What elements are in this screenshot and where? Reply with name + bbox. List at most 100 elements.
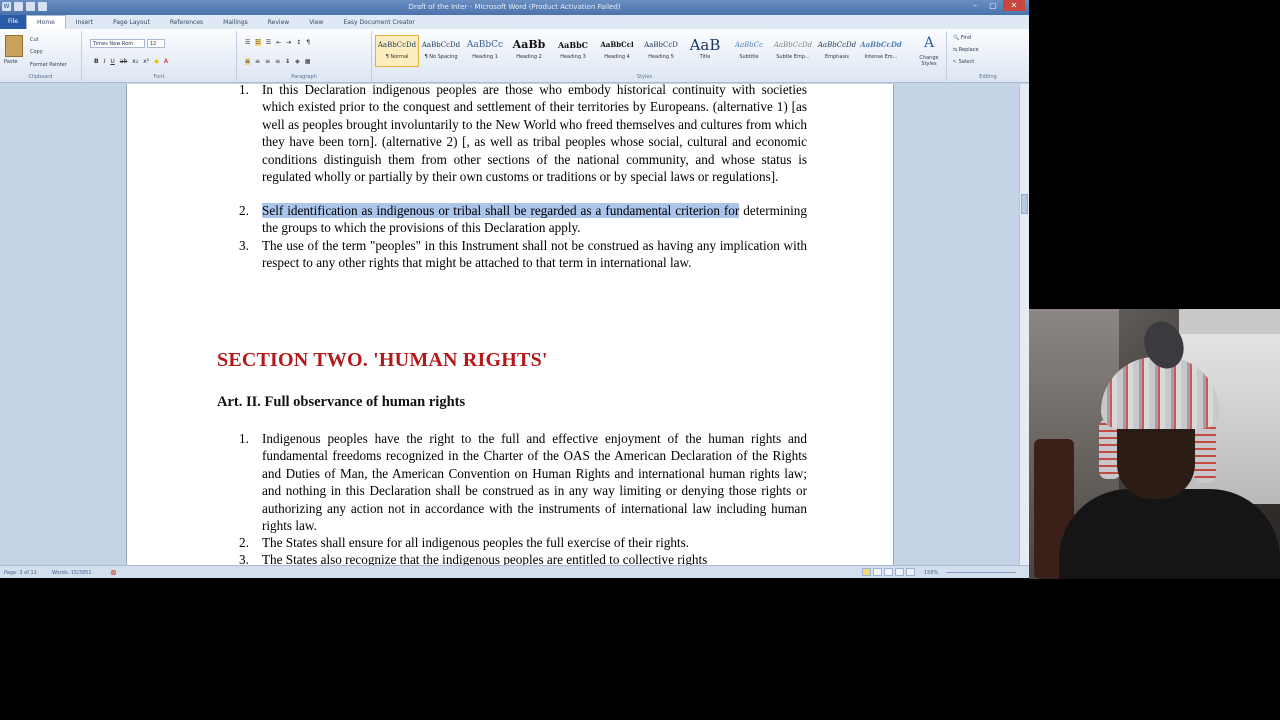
zoom-slider[interactable] [946, 572, 1016, 573]
paste-button[interactable]: Paste [4, 59, 18, 65]
decrease-indent-icon[interactable]: ⇤ [276, 39, 281, 46]
align-left-icon[interactable]: ≡ [245, 58, 251, 65]
change-styles-button[interactable]: Change Styles [916, 55, 942, 67]
paste-icon[interactable] [5, 35, 23, 57]
style-intense-emphasis[interactable]: AaBbCcDd Intense Em... [859, 35, 903, 67]
list-number: 1. [239, 431, 249, 446]
style-name: Title [699, 54, 711, 60]
tab-file[interactable]: File [0, 15, 27, 29]
multilevel-list-icon[interactable]: ☰ [266, 39, 271, 46]
style-title[interactable]: AaB Title [683, 35, 727, 67]
page-count[interactable]: Page: 3 of 11 [4, 570, 37, 576]
style-preview: AaBb [512, 38, 546, 51]
increase-indent-icon[interactable]: ⇥ [286, 39, 291, 46]
scrollbar-thumb[interactable] [1021, 194, 1028, 214]
proofing-icon[interactable]: ⊗ [110, 568, 117, 577]
style-emphasis[interactable]: AaBbCcDd Emphasis [815, 35, 859, 67]
list-number: 2. [239, 535, 249, 550]
selected-text[interactable]: Self identification as indigenous or tri… [262, 203, 740, 218]
style-name: Subtle Emp... [776, 54, 810, 60]
list-text: The States also recognize that the indig… [262, 552, 708, 565]
web-layout-icon[interactable] [884, 568, 893, 576]
zoom-level[interactable]: 150% [924, 570, 938, 576]
italic-icon[interactable]: I [104, 58, 106, 65]
outline-icon[interactable] [895, 568, 904, 576]
window-title: Draft of the Inter - Microsoft Word (Pro… [408, 3, 621, 11]
copy-button[interactable]: Copy [30, 49, 43, 55]
word-count[interactable]: Words: 15/3851 [52, 570, 92, 576]
tab-references[interactable]: References [160, 19, 213, 26]
style-subtitle[interactable]: AaBbCc Subtitle [727, 35, 771, 67]
tab-easy-document-creator[interactable]: Easy Document Creator [333, 19, 424, 26]
style-heading-3[interactable]: AaBbC Heading 3 [551, 35, 595, 67]
font-color-icon[interactable]: A [164, 58, 168, 65]
font-size-box[interactable]: 12 [147, 39, 165, 48]
tab-page-layout[interactable]: Page Layout [103, 19, 160, 26]
document-page[interactable]: 1. In this Declaration indigenous people… [126, 84, 894, 565]
style-preview: AaBbCcDd [421, 41, 461, 49]
format-painter-button[interactable]: Format Painter [30, 62, 67, 68]
bold-icon[interactable]: B [94, 58, 99, 65]
select-button[interactable]: ↖ Select [953, 59, 974, 65]
justify-icon[interactable]: ≡ [275, 58, 280, 65]
cut-button[interactable]: Cut [30, 37, 39, 43]
style-no-spacing[interactable]: AaBbCcDd ¶ No Spacing [419, 35, 463, 67]
strikethrough-icon[interactable]: ab [120, 58, 128, 65]
style-name: Heading 3 [560, 54, 586, 60]
underline-icon[interactable]: U [110, 58, 114, 65]
replace-button[interactable]: ⇆ Replace [953, 47, 979, 53]
tab-insert[interactable]: Insert [66, 19, 103, 26]
change-styles-icon[interactable]: A [918, 35, 940, 51]
tab-view[interactable]: View [299, 19, 333, 26]
sort-icon[interactable]: ↕ [296, 39, 301, 46]
list-item: 1. Indigenous peoples have the right to … [127, 430, 827, 534]
styles-group: AaBbCcDd ¶ Normal AaBbCcDd ¶ No Spacing Aa… [372, 31, 939, 81]
align-right-icon[interactable]: ≡ [265, 58, 270, 65]
line-spacing-icon[interactable]: ↨ [285, 58, 290, 65]
style-name: Heading 4 [604, 54, 630, 60]
superscript-icon[interactable]: x² [143, 58, 149, 65]
text-highlight-icon[interactable]: ◆ [154, 58, 159, 65]
close-button[interactable]: ✕ [1003, 0, 1025, 11]
list-item: 1. In this Declaration indigenous people… [127, 84, 827, 201]
editing-group: 🔍 Find ⇆ Replace ↖ Select Editing [946, 31, 1029, 81]
style-heading-4[interactable]: AaBbCcl Heading 4 [595, 35, 639, 67]
font-label: Font [153, 74, 165, 80]
webcam-overlay [1029, 309, 1280, 579]
bullets-icon[interactable]: ☰ [245, 39, 250, 46]
full-screen-reading-icon[interactable] [873, 568, 882, 576]
numbering-icon[interactable]: ☷ [255, 39, 261, 46]
find-button[interactable]: 🔍 Find [953, 35, 971, 41]
style-heading-5[interactable]: AaBbCcD Heading 5 [639, 35, 683, 67]
vertical-scrollbar[interactable] [1019, 84, 1029, 565]
style-heading-1[interactable]: AaBbCc Heading 1 [463, 35, 507, 67]
style-normal[interactable]: AaBbCcDd ¶ Normal [375, 35, 419, 67]
print-layout-icon[interactable] [862, 568, 871, 576]
replace-icon: ⇆ [953, 47, 958, 53]
subscript-icon[interactable]: x₂ [132, 58, 138, 65]
style-preview: AaBbCc [466, 40, 504, 50]
align-center-icon[interactable]: ≡ [255, 58, 260, 65]
maximize-button[interactable]: ▢ [985, 0, 1001, 11]
minimize-button[interactable]: – [967, 0, 983, 11]
style-heading-2[interactable]: AaBb Heading 2 [507, 35, 551, 67]
tab-home[interactable]: Home [26, 15, 66, 29]
clipboard-group: Paste Cut Copy Format Painter Clipboard [0, 31, 82, 81]
list-number: 2. [239, 203, 249, 218]
shading-icon[interactable]: ◈ [295, 58, 300, 65]
style-preview: AaBbCc [734, 41, 764, 49]
draft-icon[interactable] [906, 568, 915, 576]
list-number: 1. [239, 84, 249, 97]
font-name-box[interactable]: Times New Rom [90, 39, 145, 48]
list-text: Self identification as indigenous or tri… [262, 202, 807, 237]
style-subtle-emphasis[interactable]: AaBbCcDd Subtle Emp... [771, 35, 815, 67]
show-marks-icon[interactable]: ¶ [306, 39, 310, 46]
borders-icon[interactable]: ▦ [305, 58, 311, 65]
list-number: 3. [239, 552, 249, 565]
list-text: Indigenous peoples have the right to the… [262, 431, 807, 534]
list-item: 3. The States also recognize that the in… [127, 551, 827, 565]
font-group: Times New Rom 12 B I U ab x₂ x² ◆ A Font [82, 31, 237, 81]
paragraph-group: ☰ ☷ ☰ ⇤ ⇥ ↕ ¶ ≡ ≡ ≡ ≡ ↨ ◈ ▦ Paragraph [237, 31, 372, 81]
tab-review[interactable]: Review [258, 19, 299, 26]
tab-mailings[interactable]: Mailings [213, 19, 258, 26]
